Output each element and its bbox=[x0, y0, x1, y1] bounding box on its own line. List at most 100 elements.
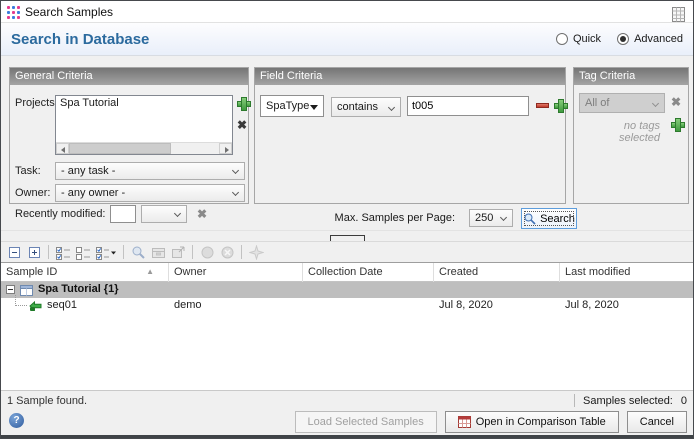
window-bottom-edge bbox=[1, 435, 693, 438]
column-header-collection-date[interactable]: Collection Date bbox=[303, 263, 434, 282]
uncheck-all-icon[interactable] bbox=[73, 243, 93, 261]
criteria-section: General Criteria Projects: Spa Tutorial … bbox=[1, 56, 693, 206]
chevron-down-icon bbox=[232, 189, 239, 196]
page-title: Search in Database bbox=[11, 31, 149, 48]
sample-row[interactable]: seq01 demo Jul 8, 2020 Jul 8, 2020 bbox=[1, 298, 693, 314]
cancel-button[interactable]: Cancel bbox=[627, 411, 687, 433]
field-criteria-title: Field Criteria bbox=[255, 68, 565, 85]
archive-box-icon bbox=[148, 243, 168, 261]
samples-selected-label: Samples selected: bbox=[583, 395, 673, 407]
column-header-owner[interactable]: Owner bbox=[169, 263, 303, 282]
status-bar: 1 Sample found. Samples selected: 0 bbox=[1, 390, 693, 409]
max-samples-select[interactable]: 250 bbox=[469, 209, 513, 227]
magnifier-icon bbox=[523, 212, 536, 225]
field-name-value: SpaType bbox=[266, 100, 309, 112]
column-header-label: Sample ID bbox=[6, 266, 57, 278]
tag-mode-value: All of bbox=[585, 97, 609, 109]
check-options-menu-icon[interactable] bbox=[93, 243, 119, 261]
chevron-down-icon bbox=[388, 104, 395, 111]
magnifier-icon bbox=[128, 243, 148, 261]
expand-all-icon[interactable] bbox=[24, 243, 44, 261]
sort-ascending-icon: ▲ bbox=[146, 267, 154, 276]
search-action-row: Max. Samples per Page: 250 Search bbox=[1, 206, 693, 230]
radio-quick[interactable]: Quick bbox=[556, 33, 601, 45]
sample-icon bbox=[29, 301, 42, 314]
add-field-criterion-icon[interactable] bbox=[554, 99, 566, 111]
app-logo-icon bbox=[7, 6, 20, 19]
open-in-comparison-table-button[interactable]: Open in Comparison Table bbox=[445, 411, 619, 433]
column-header-created[interactable]: Created bbox=[434, 263, 560, 282]
column-header-last-modified[interactable]: Last modified bbox=[560, 263, 693, 282]
help-icon[interactable]: ? bbox=[9, 413, 24, 428]
chevron-down-icon bbox=[652, 100, 659, 107]
collapse-all-icon[interactable] bbox=[4, 243, 24, 261]
search-button[interactable]: Search bbox=[521, 208, 577, 229]
load-selected-samples-button: Load Selected Samples bbox=[295, 411, 437, 433]
max-samples-value: 250 bbox=[475, 212, 493, 224]
scroll-left-icon[interactable] bbox=[56, 143, 69, 154]
search-button-label: Search bbox=[540, 213, 575, 225]
tag-criteria-panel: Tag Criteria All of ✖ no tags selected bbox=[573, 67, 689, 204]
operator-value: contains bbox=[337, 101, 378, 113]
triangle-down-icon bbox=[310, 105, 318, 110]
samples-selected-count: 0 bbox=[681, 395, 687, 407]
field-query-input[interactable] bbox=[407, 96, 529, 116]
circle-cross-icon bbox=[217, 243, 237, 261]
add-tag-icon[interactable] bbox=[671, 118, 683, 130]
projects-horizontal-scrollbar[interactable] bbox=[56, 142, 232, 154]
check-all-icon[interactable] bbox=[53, 243, 73, 261]
field-name-select[interactable]: SpaType bbox=[260, 95, 324, 117]
results-toolbar bbox=[1, 241, 693, 262]
column-header-label: Last modified bbox=[565, 266, 630, 278]
projects-label: Projects: bbox=[15, 97, 58, 109]
radio-advanced-circle-icon[interactable] bbox=[617, 33, 629, 45]
comparison-table-icon bbox=[458, 416, 471, 428]
remove-field-criterion-icon[interactable] bbox=[536, 103, 549, 108]
table-header-row: Sample ID ▲ Owner Collection Date Create… bbox=[1, 263, 693, 282]
samples-found-text: 1 Sample found. bbox=[7, 395, 87, 407]
status-separator bbox=[574, 394, 575, 407]
cancel-button-label: Cancel bbox=[640, 416, 674, 428]
clear-tags-icon[interactable]: ✖ bbox=[671, 96, 681, 108]
dialog-header: Search in Database Quick Advanced bbox=[1, 23, 693, 56]
load-button-label: Load Selected Samples bbox=[308, 416, 424, 428]
scrollbar-thumb[interactable] bbox=[69, 143, 171, 154]
tag-criteria-title: Tag Criteria bbox=[574, 68, 688, 85]
remove-project-icon[interactable]: ✖ bbox=[237, 119, 247, 131]
sample-id-cell: seq01 bbox=[47, 299, 77, 311]
field-criteria-panel: Field Criteria SpaType contains bbox=[254, 67, 566, 204]
radio-advanced[interactable]: Advanced bbox=[617, 33, 683, 45]
owner-label: Owner: bbox=[15, 187, 50, 199]
task-label: Task: bbox=[15, 165, 41, 177]
splitter bbox=[1, 230, 693, 241]
owner-cell: demo bbox=[174, 299, 202, 311]
results-table: Sample ID ▲ Owner Collection Date Create… bbox=[1, 262, 693, 390]
footer-bar: ? Load Selected Samples Open in Comparis… bbox=[1, 409, 693, 435]
column-header-label: Created bbox=[439, 266, 478, 278]
projects-listbox[interactable]: Spa Tutorial bbox=[55, 95, 233, 155]
column-header-label: Owner bbox=[174, 266, 206, 278]
last-modified-cell: Jul 8, 2020 bbox=[565, 299, 619, 311]
owner-select-value: - any owner - bbox=[61, 187, 125, 199]
owner-select[interactable]: - any owner - bbox=[55, 184, 245, 202]
tag-mode-select: All of bbox=[579, 93, 665, 113]
operator-select[interactable]: contains bbox=[331, 97, 401, 117]
add-project-icon[interactable] bbox=[237, 97, 249, 109]
column-header-sample-id[interactable]: Sample ID ▲ bbox=[1, 263, 169, 282]
task-select[interactable]: - any task - bbox=[55, 162, 245, 180]
no-tags-text: no tags selected bbox=[602, 120, 660, 144]
open-button-label: Open in Comparison Table bbox=[476, 416, 606, 428]
general-criteria-title: General Criteria bbox=[10, 68, 248, 85]
project-group-row[interactable]: Spa Tutorial {1} bbox=[1, 282, 693, 298]
table-columns-icon[interactable] bbox=[672, 7, 685, 25]
chevron-down-icon bbox=[500, 214, 507, 221]
title-bar: Search Samples ✕ bbox=[1, 1, 693, 23]
radio-quick-circle-icon[interactable] bbox=[556, 33, 568, 45]
sparkle-icon bbox=[246, 243, 266, 261]
circle-icon bbox=[197, 243, 217, 261]
box-arrow-icon bbox=[168, 243, 188, 261]
collapse-group-icon[interactable] bbox=[6, 285, 15, 294]
projects-list-item[interactable]: Spa Tutorial bbox=[56, 96, 232, 110]
column-header-label: Collection Date bbox=[308, 266, 383, 278]
scroll-right-icon[interactable] bbox=[219, 143, 232, 154]
